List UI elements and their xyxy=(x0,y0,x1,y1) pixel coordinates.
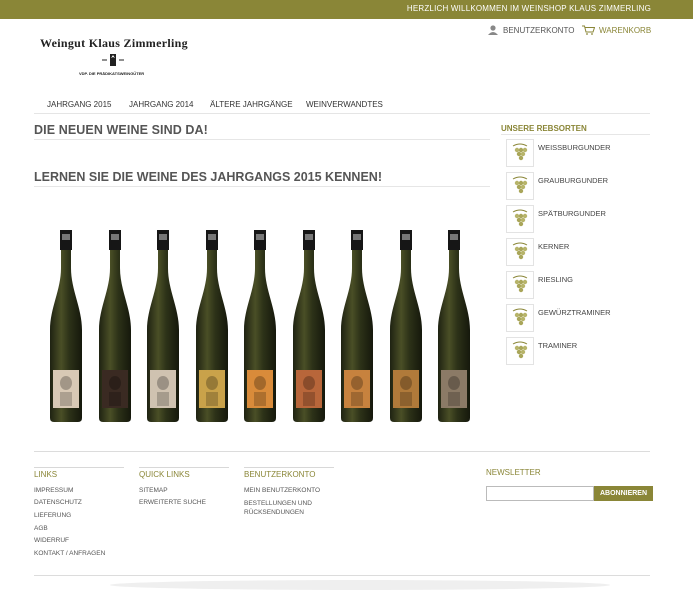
footer-account-title: BENUTZERKONTO xyxy=(244,470,316,479)
grape-variety-label[interactable]: SPÄTBURGUNDER xyxy=(538,209,606,218)
footer-link-ruecksendungen[interactable]: RÜCKSENDUNGEN xyxy=(244,508,304,517)
sidebar-title: UNSERE REBSORTEN xyxy=(501,124,587,133)
grape-variety-label[interactable]: TRAMINER xyxy=(538,341,577,350)
newsletter-email-input[interactable] xyxy=(486,486,594,501)
newsletter-title: NEWSLETTER xyxy=(486,468,541,477)
footer-link-bestellungen[interactable]: BESTELLUNGEN UND xyxy=(244,499,312,508)
divider xyxy=(244,467,334,468)
footer-link-sitemap[interactable]: SITEMAP xyxy=(139,486,168,495)
page-shadow xyxy=(110,580,610,590)
heading-vintage-2015: LERNEN SIE DIE WEINE DES JAHRGANGS 2015 … xyxy=(34,170,382,184)
logo-name: Weingut Klaus Zimmerling xyxy=(40,36,188,50)
divider xyxy=(34,467,124,468)
footer-divider xyxy=(34,451,650,452)
divider xyxy=(139,467,229,468)
bottom-divider xyxy=(34,575,650,576)
footer-link-datenschutz[interactable]: DATENSCHUTZ xyxy=(34,498,82,507)
wine-bottle-image[interactable] xyxy=(145,230,181,422)
grape-icon[interactable] xyxy=(506,139,534,167)
account-label: BENUTZERKONTO xyxy=(503,25,575,35)
bottle-gallery xyxy=(48,230,480,422)
wine-bottle-image[interactable] xyxy=(48,230,84,422)
grape-variety-label[interactable]: GRAUBURGUNDER xyxy=(538,176,608,185)
heading-new-wines: DIE NEUEN WEINE SIND DA! xyxy=(34,123,208,137)
top-bar: HERZLICH WILLKOMMEN IM WEINSHOP KLAUS ZI… xyxy=(0,0,693,19)
footer-links-title: LINKS xyxy=(34,470,58,479)
cart-link[interactable]: WARENKORB xyxy=(582,25,651,35)
footer-link-widerruf[interactable]: WIDERRUF xyxy=(34,536,69,545)
grape-icon[interactable] xyxy=(506,172,534,200)
eagle-emblem-icon xyxy=(102,54,124,66)
footer-link-kontakt[interactable]: KONTAKT / ANFRAGEN xyxy=(34,549,105,558)
wine-bottle-image[interactable] xyxy=(291,230,327,422)
grape-variety-label[interactable]: WEISSBURGUNDER xyxy=(538,143,611,152)
footer-link-mein-benutzerkonto[interactable]: MEIN BENUTZERKONTO xyxy=(244,486,320,495)
account-link[interactable]: BENUTZERKONTO xyxy=(488,25,574,35)
grape-variety-label[interactable]: KERNER xyxy=(538,242,569,251)
cart-icon xyxy=(582,25,595,35)
divider xyxy=(34,139,490,140)
grape-icon[interactable] xyxy=(506,337,534,365)
wine-bottle-image[interactable] xyxy=(339,230,375,422)
footer-quicklinks-title: QUICK LINKS xyxy=(139,470,190,479)
user-icon xyxy=(488,25,498,35)
nav-item-weinverwandtes[interactable]: WEINVERWANDTES xyxy=(306,100,383,109)
footer-link-lieferung[interactable]: LIEFERUNG xyxy=(34,511,71,520)
cart-label: WARENKORB xyxy=(599,25,652,35)
wine-bottle-image[interactable] xyxy=(388,230,424,422)
logo-subtitle: VDP. DIE PRÄDIKATSWEINGÜTER xyxy=(79,71,145,76)
wine-bottle-image[interactable] xyxy=(242,230,278,422)
divider xyxy=(501,134,650,135)
main-nav: JAHRGANG 2015 JAHRGANG 2014 ÄLTERE JAHRG… xyxy=(34,100,650,114)
nav-item-jahrgang-2014[interactable]: JAHRGANG 2014 xyxy=(129,100,193,109)
nav-item-jahrgang-2015[interactable]: JAHRGANG 2015 xyxy=(47,100,111,109)
grape-variety-label[interactable]: GEWÜRZTRAMINER xyxy=(538,308,611,317)
grape-icon[interactable] xyxy=(506,304,534,332)
subscribe-button[interactable]: ABONNIEREN xyxy=(594,486,653,501)
wine-bottle-image[interactable] xyxy=(436,230,472,422)
grape-icon[interactable] xyxy=(506,238,534,266)
footer-link-agb[interactable]: AGB xyxy=(34,524,48,533)
footer-link-erweiterte-suche[interactable]: ERWEITERTE SUCHE xyxy=(139,498,206,507)
wine-bottle-image[interactable] xyxy=(97,230,133,422)
welcome-text: HERZLICH WILLKOMMEN IM WEINSHOP KLAUS ZI… xyxy=(406,4,651,13)
divider xyxy=(34,186,490,187)
grape-icon[interactable] xyxy=(506,205,534,233)
wine-bottle-image[interactable] xyxy=(194,230,230,422)
nav-item-aeltere-jahrgaenge[interactable]: ÄLTERE JAHRGÄNGE xyxy=(210,100,293,109)
grape-variety-label[interactable]: RIESLING xyxy=(538,275,573,284)
site-logo[interactable]: Weingut Klaus Zimmerling VDP. DIE PRÄDIK… xyxy=(40,36,188,80)
footer-link-impressum[interactable]: IMPRESSUM xyxy=(34,486,73,495)
grape-icon[interactable] xyxy=(506,271,534,299)
